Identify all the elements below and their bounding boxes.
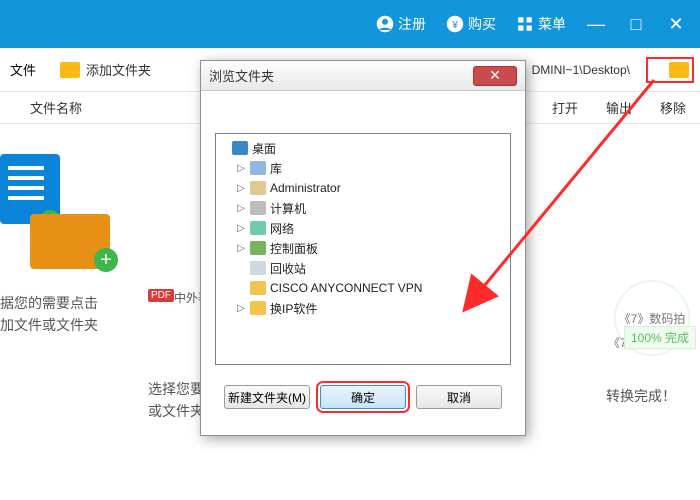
tree-item[interactable]: ▷库 <box>218 158 508 178</box>
tree-item[interactable]: ▷ 网络 <box>218 218 508 238</box>
menu-label: 菜单 <box>538 14 566 34</box>
progress-done-badge: 100% 完成 <box>624 326 696 349</box>
tree-item-label: 回收站 <box>270 260 306 277</box>
register-label: 注册 <box>398 14 426 34</box>
expand-icon[interactable]: ▷ <box>236 183 246 194</box>
net-icon <box>250 221 266 235</box>
dialog-titlebar: 浏览文件夹 ✕ <box>201 61 525 91</box>
add-folder-label: 添加文件夹 <box>86 60 151 79</box>
tree-item[interactable]: CISCO ANYCONNECT VPN <box>218 278 508 298</box>
expand-icon[interactable]: ▷ <box>236 303 246 314</box>
expand-icon[interactable]: ▷ <box>236 163 246 174</box>
folder-icon <box>250 281 266 295</box>
folder-icon <box>250 301 266 315</box>
expand-icon[interactable]: ▷ <box>236 223 246 234</box>
bin-icon <box>250 261 266 275</box>
tree-item-label: 计算机 <box>270 200 306 217</box>
user-icon <box>250 181 266 195</box>
col-open[interactable]: 打开 <box>538 98 592 117</box>
yen-circle-icon: ¥ <box>446 15 464 33</box>
browse-folder-dialog: 浏览文件夹 ✕ 桌面▷库▷Administrator▷计算机▷网络▷控制面板 回… <box>200 60 526 436</box>
desktop-icon <box>232 141 248 155</box>
tree-item[interactable]: ▷ Administrator <box>218 178 508 198</box>
tree-item[interactable]: 桌面 <box>218 138 508 158</box>
expand-icon[interactable]: ▷ <box>236 243 246 254</box>
pdf-badge-icon: PDF <box>148 289 174 302</box>
done-text: 转换完成！ <box>606 386 676 406</box>
buy-link[interactable]: ¥ 购买 <box>436 0 506 48</box>
output-folder-button[interactable] <box>646 57 694 83</box>
tree-item-label: Administrator <box>270 181 341 195</box>
empty-state-icon: + + <box>0 154 120 279</box>
cancel-button[interactable]: 取消 <box>416 385 502 409</box>
tree-item[interactable]: ▷ 计算机 <box>218 198 508 218</box>
new-folder-button[interactable]: 新建文件夹(M) <box>224 385 310 409</box>
tree-item[interactable]: ▷ 控制面板 <box>218 238 508 258</box>
tree-item-label: 库 <box>270 160 282 177</box>
lib-icon <box>250 161 266 175</box>
col-export[interactable]: 输出 <box>592 98 646 117</box>
path-crumb: DMINI~1\Desktop\ <box>532 63 630 77</box>
menu-link[interactable]: 菜单 <box>506 0 576 48</box>
ctrl-icon <box>250 241 266 255</box>
minimize-button[interactable]: — <box>576 0 616 48</box>
empty-state-text: 据您的需要点击 加文件或文件夹 <box>0 292 130 336</box>
dialog-buttons: 新建文件夹(M) 确定 取消 <box>201 379 525 421</box>
tree-item[interactable]: 回收站 <box>218 258 508 278</box>
svg-text:¥: ¥ <box>451 19 458 31</box>
close-button[interactable]: ✕ <box>656 0 696 48</box>
dialog-close-button[interactable]: ✕ <box>473 66 517 86</box>
folder-tree[interactable]: 桌面▷库▷Administrator▷计算机▷网络▷控制面板 回收站 CISCO… <box>215 133 511 365</box>
tree-item-label: 网络 <box>270 220 294 237</box>
maximize-button[interactable]: □ <box>616 0 656 48</box>
ok-button[interactable]: 确定 <box>320 385 406 409</box>
grid-icon <box>516 15 534 33</box>
folder-icon <box>669 62 689 78</box>
folder-icon <box>60 62 80 78</box>
user-circle-icon <box>376 15 394 33</box>
expand-icon[interactable]: ▷ <box>236 203 246 214</box>
tree-item[interactable]: ▷ 换IP软件 <box>218 298 508 318</box>
tree-item-label: 控制面板 <box>270 240 318 257</box>
buy-label: 购买 <box>468 14 496 34</box>
register-link[interactable]: 注册 <box>366 0 436 48</box>
add-folder-button[interactable]: 添加文件夹 <box>46 60 165 79</box>
app-titlebar: 注册 ¥ 购买 菜单 — □ ✕ <box>0 0 700 48</box>
dialog-title: 浏览文件夹 <box>209 66 274 85</box>
pc-icon <box>250 201 266 215</box>
tree-item-label: 桌面 <box>252 140 276 157</box>
file-tab-label: 文件 <box>0 60 46 79</box>
tree-item-label: CISCO ANYCONNECT VPN <box>270 281 422 295</box>
col-remove[interactable]: 移除 <box>646 98 700 117</box>
tree-item-label: 换IP软件 <box>270 300 317 317</box>
